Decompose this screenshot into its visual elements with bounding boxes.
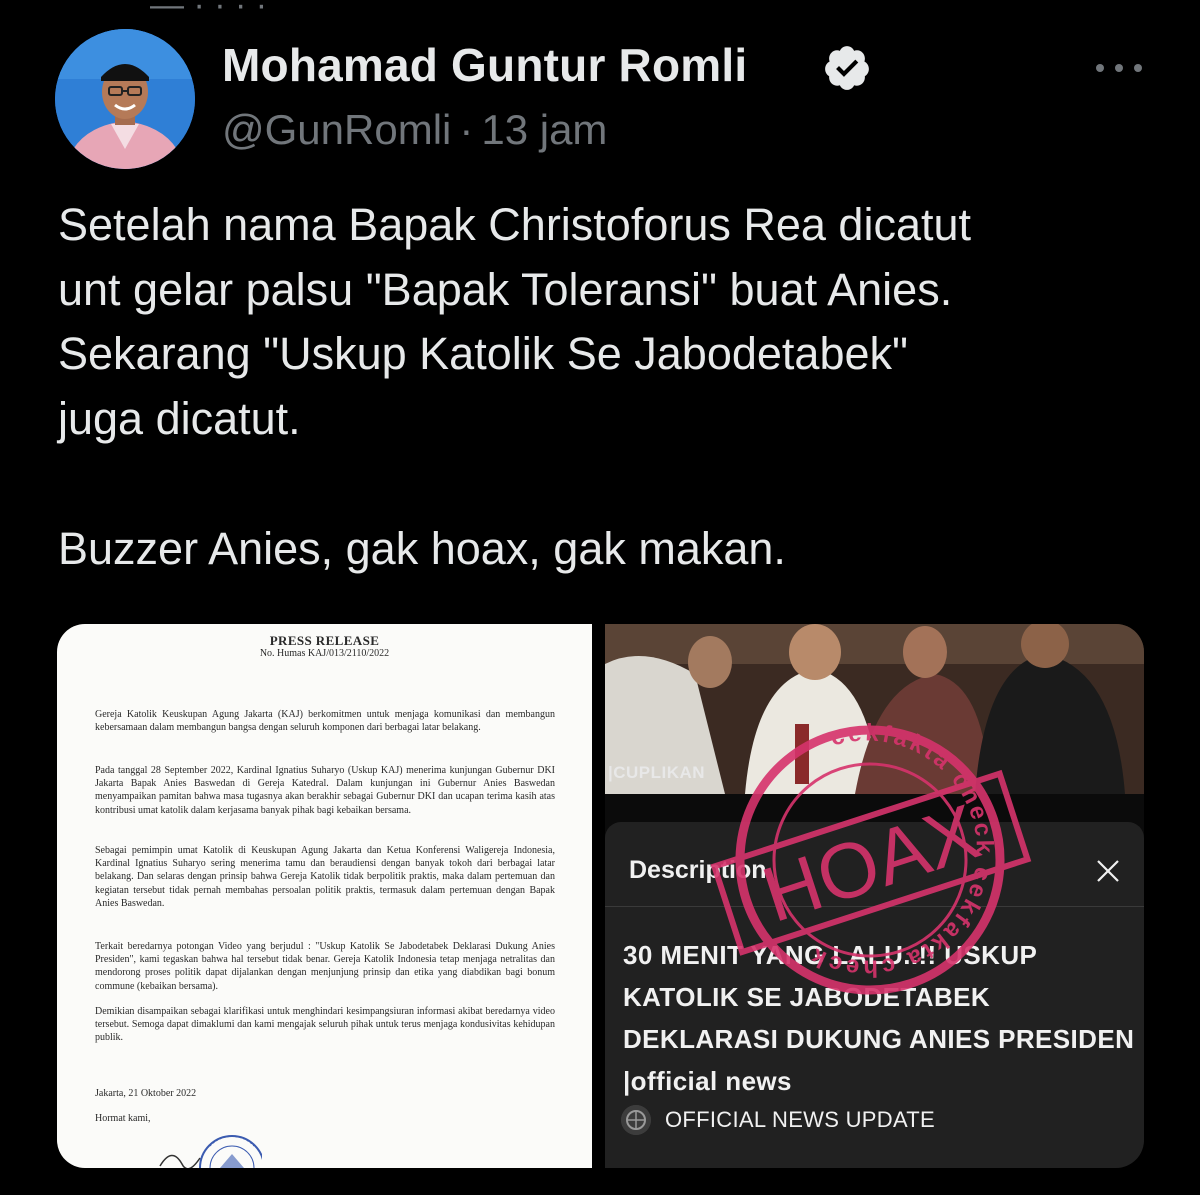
author-handle-line: @GunRomli · 13 jam (222, 106, 607, 154)
press-release-image[interactable]: PRESS RELEASE No. Humas KAJ/013/2110/202… (57, 624, 592, 1168)
description-sheet: Description 30 MENIT YANG LALU..!! USKUP… (605, 822, 1144, 1168)
press-release-place-date: Jakarta, 21 Oktober 2022 (95, 1088, 197, 1099)
tweet-line: Buzzer Anies, gak hoax, gak makan. (58, 522, 786, 574)
more-dot (1134, 64, 1142, 72)
avatar-image (55, 29, 195, 169)
close-icon[interactable] (1093, 856, 1123, 886)
press-release-number: No. Humas KAJ/013/2110/2022 (259, 648, 390, 659)
separator-dot: · (459, 106, 474, 153)
previous-tweet-cutoff: — · · · · (150, 0, 268, 24)
channel-name[interactable]: OFFICIAL NEWS UPDATE (665, 1107, 935, 1133)
video-title: 30 MENIT YANG LALU..!! USKUP KATOLIK SE … (623, 934, 1135, 1102)
tweet-line: Setelah nama Bapak Christoforus Rea dica… (58, 199, 972, 250)
channel-row[interactable]: OFFICIAL NEWS UPDATE (621, 1104, 935, 1136)
tweet-line: unt gelar palsu "Bapak Toleransi" buat A… (58, 263, 953, 315)
verified-badge-icon (822, 43, 872, 93)
tweet-media[interactable]: PRESS RELEASE No. Humas KAJ/013/2110/202… (57, 624, 1144, 1168)
video-label: |CUPLIKAN (608, 763, 706, 782)
video-title-line: |official news (623, 1066, 792, 1096)
press-release-paragraph: Terkait beredarnya potongan Video yang b… (95, 941, 555, 992)
more-dot (1096, 64, 1104, 72)
press-release-title: PRESS RELEASE (269, 633, 380, 648)
video-title-line: 30 MENIT YANG LALU..!! USKUP (623, 940, 1038, 970)
tweet-text: Setelah nama Bapak Christoforus Rea dica… (58, 193, 1178, 581)
press-release-regards: Hormat kami, (95, 1113, 151, 1124)
description-header: Description (629, 856, 767, 884)
tweet-line: Sekarang "Uskup Katolik Se Jabodetabek" (58, 328, 908, 380)
author-display-name[interactable]: Mohamad Guntur Romli (222, 38, 747, 92)
tweet-timestamp[interactable]: 13 jam (481, 106, 607, 153)
video-screenshot[interactable]: |CUPLIKAN Description 30 MENIT YANG LALU… (605, 624, 1144, 1168)
more-dot (1115, 64, 1123, 72)
press-release-paragraph: Sebagai pemimpin umat Katolik di Keuskup… (95, 845, 555, 909)
church-seal-icon (159, 1135, 262, 1168)
tweet-line: juga dicatut. (58, 393, 301, 445)
video-title-line: KATOLIK SE JABODETABEK (623, 982, 991, 1012)
avatar[interactable] (55, 29, 195, 169)
press-release-paragraph: Pada tanggal 28 September 2022, Kardinal… (95, 765, 555, 816)
channel-avatar-icon (621, 1105, 651, 1135)
press-release-paragraph: Gereja Katolik Keuskupan Agung Jakarta (… (95, 709, 555, 734)
more-options-icon[interactable] (1096, 50, 1142, 86)
press-release-paragraph: Demikian disampaikan sebagai klarifikasi… (95, 1006, 555, 1044)
video-title-line: DEKLARASI DUKUNG ANIES PRESIDEN (623, 1024, 1135, 1054)
divider (605, 906, 1144, 907)
author-handle[interactable]: @GunRomli (222, 106, 451, 153)
